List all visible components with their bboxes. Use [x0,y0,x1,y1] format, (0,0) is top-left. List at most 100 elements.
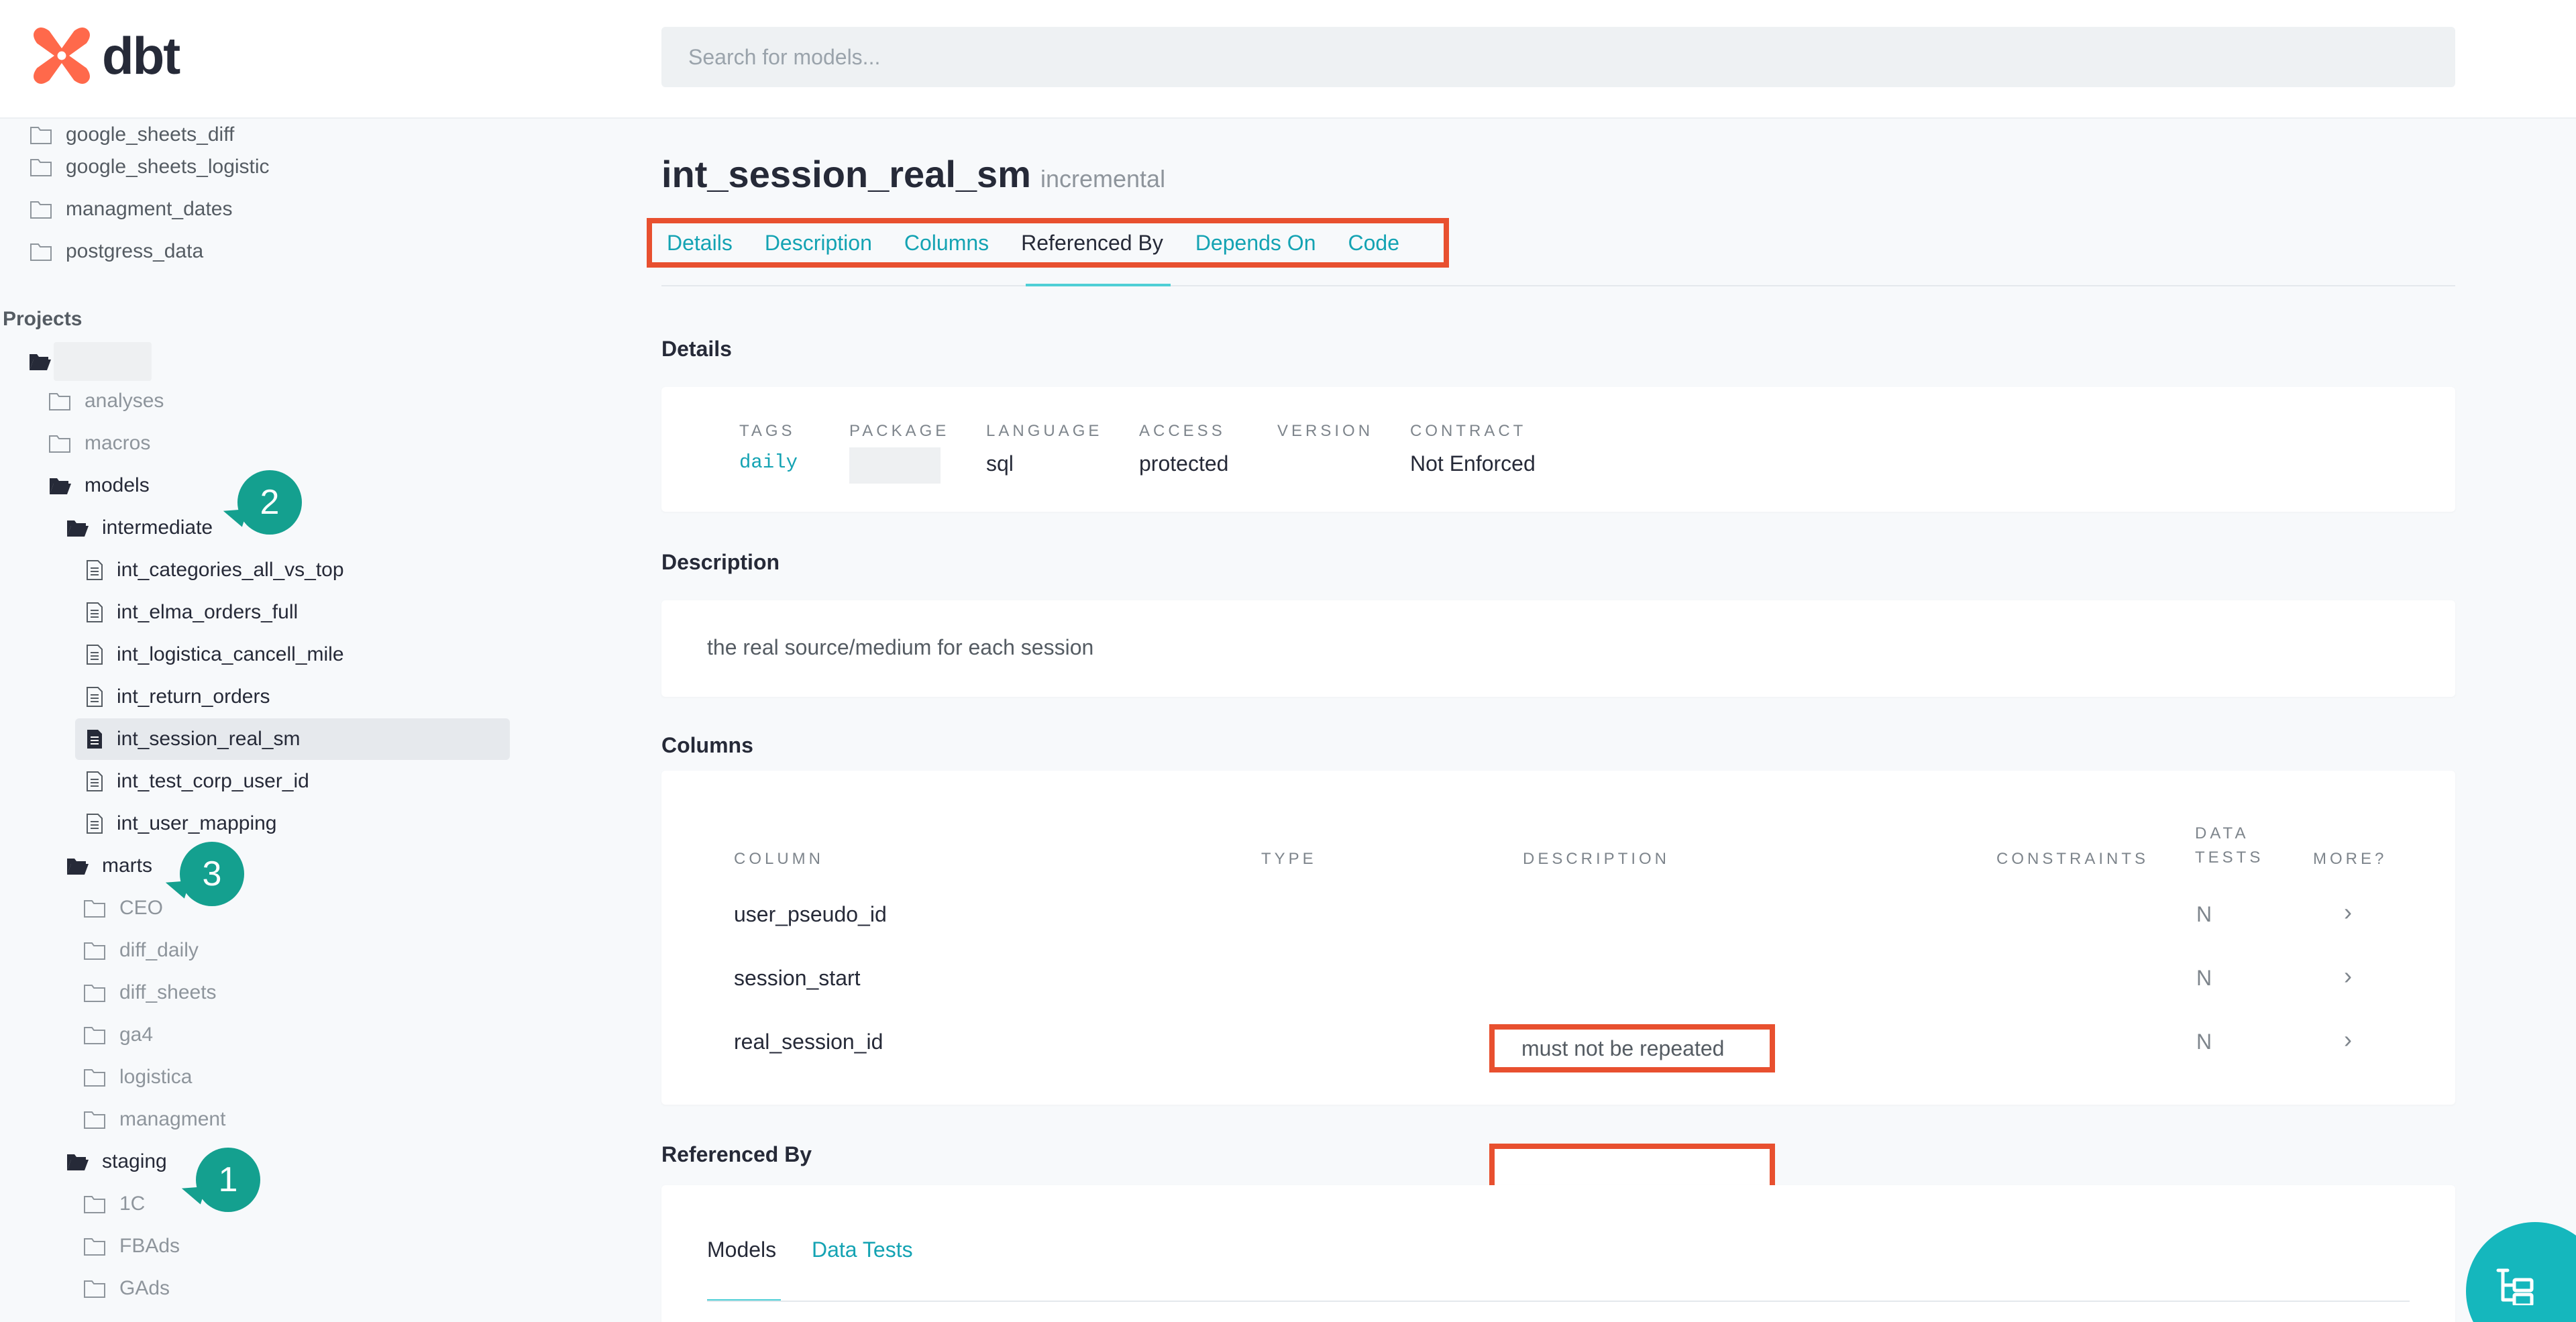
folder-icon [84,1027,105,1044]
meta-value: protected [1139,451,1229,476]
sidebar-source-postgress-data[interactable]: postgress_data [30,233,203,270]
tab-referenced-by[interactable]: Referenced By [1021,231,1163,256]
sidebar-folder-managment[interactable]: managment [83,1101,225,1138]
sidebar-folder-macros[interactable]: macros [48,425,150,462]
folder-icon [84,1280,105,1298]
sidebar-item-label: ga4 [119,1024,154,1046]
meta-tags: TAGS daily [739,422,798,474]
sidebar-model-int-return-orders[interactable]: int_return_orders [86,678,270,716]
tab-code[interactable]: Code [1348,231,1399,256]
meta-access: ACCESS protected [1139,422,1228,476]
sidebar-folder-ga4[interactable]: ga4 [83,1016,153,1054]
sidebar-item-label: FBAds [119,1235,180,1257]
folder-icon [84,1238,105,1256]
sidebar-project-root[interactable] [28,342,152,381]
sidebar-folder-intermediate[interactable]: intermediate [66,509,213,547]
sidebar-item-label: logistica [119,1066,193,1088]
chevron-right-icon[interactable]: › [2344,1026,2352,1054]
tab-models[interactable]: Models [707,1237,776,1262]
folder-icon [84,942,105,960]
meta-value: Not Enforced [1410,451,1536,476]
sidebar-folder-1c[interactable]: 1C [83,1185,145,1223]
file-icon [87,730,102,749]
tab-description[interactable]: Description [765,231,872,256]
folder-icon [30,127,52,144]
sidebar-folder-diff-sheets[interactable]: diff_sheets [83,974,217,1011]
sidebar-item-label: int_session_real_sm [117,728,301,750]
description-card: the real source/medium for each session [661,600,2455,697]
sidebar-source-managment-dates[interactable]: managment_dates [30,190,233,228]
folder-icon [30,243,52,261]
sidebar-item-label: analyses [85,390,164,412]
folder-open-icon [67,1154,89,1170]
column-name[interactable]: session_start [734,966,861,991]
file-icon [87,814,103,834]
sidebar-item-label: google_sheets_logistic [66,156,270,178]
column-description-highlight: must not be repeated [1489,1024,1775,1072]
column-name[interactable]: user_pseudo_id [734,902,887,927]
sidebar-folder-marts[interactable]: marts [66,847,152,885]
sidebar-item-label: intermediate [102,516,213,539]
folder-icon [30,159,52,176]
column-name[interactable]: real_session_id [734,1030,883,1054]
folder-icon [84,985,105,1002]
meta-label: CONTRACT [1410,422,1527,440]
sidebar-model-int-session-real-sm[interactable]: int_session_real_sm [75,718,510,760]
sidebar-item-label: diff_daily [119,939,199,961]
dbt-logo-icon [34,27,90,84]
sidebar-model-int-categories-all-vs-top[interactable]: int_categories_all_vs_top [86,551,344,589]
chevron-right-icon[interactable]: › [2344,898,2352,926]
search-input[interactable] [661,27,2455,87]
dbt-logo-text: dbt [102,25,180,85]
details-card: TAGS daily PACKAGE LANGUAGE sql ACCESS p… [661,387,2455,512]
sidebar-source-google-sheets-logistic[interactable]: google_sheets_logistic [30,148,270,186]
folder-icon [84,900,105,918]
meta-label: ACCESS [1139,422,1226,440]
sidebar-model-int-user-mapping[interactable]: int_user_mapping [86,805,277,842]
tag-daily[interactable]: daily [739,451,798,474]
meta-label: LANGUAGE [986,422,1103,440]
dbt-logo[interactable]: dbt [31,25,180,86]
sidebar-item-label: managment [119,1108,226,1130]
sidebar-item-label: staging [102,1150,167,1172]
sidebar-folder-diff-daily[interactable]: diff_daily [83,932,199,969]
sidebar: google_sheets_diff google_sheets_logisti… [0,119,523,1322]
sidebar-model-int-elma-orders-full[interactable]: int_elma_orders_full [86,594,298,631]
sidebar-folder-models[interactable]: models [48,467,150,504]
sidebar-folder-analyses[interactable]: analyses [48,382,164,420]
folder-icon [84,1111,105,1129]
sidebar-model-int-test-corp-user-id[interactable]: int_test_corp_user_id [86,763,309,800]
sidebar-item-label: 1C [119,1193,146,1215]
active-tab-indicator [1026,284,1171,286]
folder-icon [84,1196,105,1213]
sidebar-folder-fbads[interactable]: FBAds [83,1227,180,1265]
top-header: dbt [0,0,2576,119]
sidebar-folder-logistica[interactable]: logistica [83,1058,192,1096]
sidebar-item-label: int_return_orders [117,685,270,708]
callout-badge-1: 1 [196,1148,260,1212]
sidebar-item-label: marts [102,855,152,877]
sidebar-item-label: diff_sheets [119,981,217,1003]
tab-columns[interactable]: Columns [904,231,989,256]
chevron-right-icon[interactable]: › [2344,962,2352,990]
materialization-badge: incremental [1040,165,1166,192]
sidebar-item-label: models [85,474,150,496]
sidebar-folder-ceo[interactable]: CEO [83,889,163,927]
sidebar-model-int-logistica-cancell-mile[interactable]: int_logistica_cancell_mile [86,636,344,673]
sidebar-folder-staging[interactable]: staging [66,1143,167,1180]
sidebar-item-label: int_user_mapping [117,812,277,834]
sidebar-item-label: int_test_corp_user_id [117,770,309,792]
data-tests-value: N [2196,902,2212,926]
tab-depends-on[interactable]: Depends On [1195,231,1316,256]
page-title: int_session_real_sm [661,153,1031,195]
sidebar-folder-gads[interactable]: GAds [83,1270,170,1307]
column-header-description: DESCRIPTION [1523,850,1670,868]
column-header-type: TYPE [1261,850,1317,868]
tab-details[interactable]: Details [667,231,733,256]
tab-data-tests[interactable]: Data Tests [812,1237,913,1262]
data-tests-value: N [2196,1030,2212,1054]
columns-heading: Columns [661,733,753,757]
meta-contract: CONTRACT Not Enforced [1410,422,1536,476]
sidebar-item-label: int_categories_all_vs_top [117,559,344,581]
lineage-graph-button[interactable] [2466,1222,2576,1322]
